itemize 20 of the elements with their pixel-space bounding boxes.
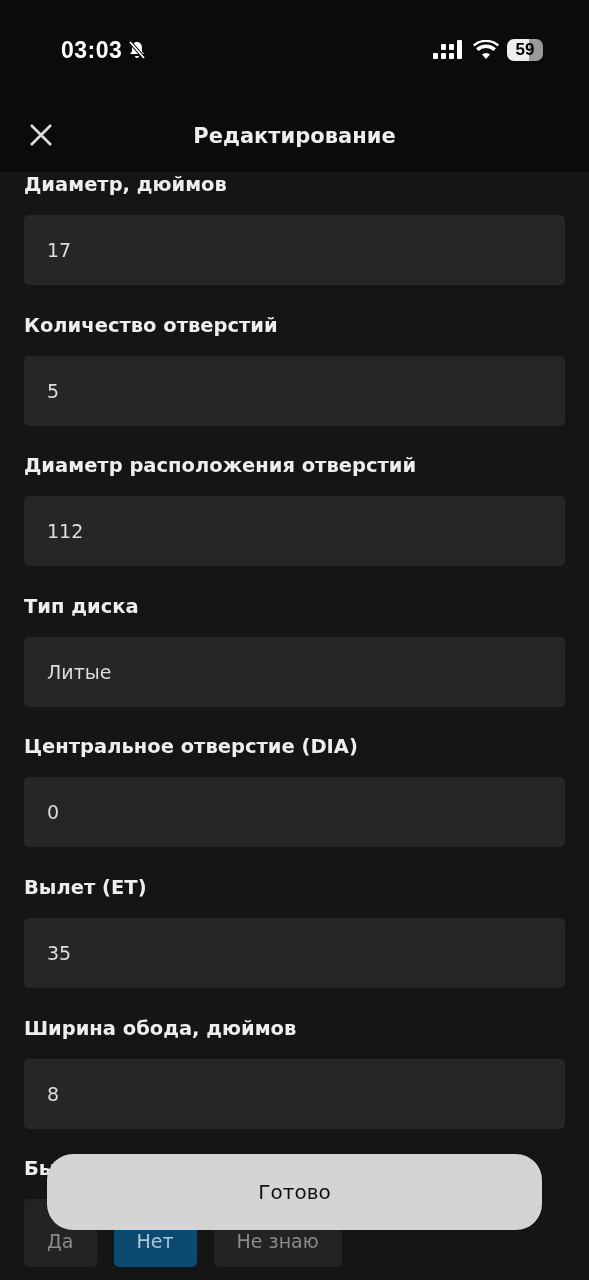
input-field[interactable]: 5 xyxy=(24,355,565,426)
input-field[interactable]: 8 xyxy=(24,1058,565,1129)
field-label: Диаметр расположения отверстий xyxy=(24,453,417,480)
battery-icon: 59 xyxy=(507,39,543,61)
field-label: Ширина обода, дюймов xyxy=(24,1015,297,1042)
input-field[interactable]: 0 xyxy=(24,777,565,848)
field-label: Центральное отверстие (DIA) xyxy=(24,734,358,761)
clock: 03:03 xyxy=(61,36,123,64)
signal-icon xyxy=(433,40,465,60)
close-icon xyxy=(28,122,54,148)
field-label: Тип диска xyxy=(24,593,139,620)
wifi-icon xyxy=(473,40,499,60)
input-field[interactable]: 112 xyxy=(24,496,565,567)
field-label: Диаметр, дюймов xyxy=(24,172,227,198)
field-label: Количество отверстий xyxy=(24,312,278,339)
input-field[interactable]: Литые xyxy=(24,636,565,707)
input-field[interactable]: 17 xyxy=(24,215,565,285)
screen-title: Редактирование xyxy=(193,124,396,148)
input-field[interactable]: 35 xyxy=(24,917,565,988)
field-label: Вылет (ET) xyxy=(24,874,147,901)
